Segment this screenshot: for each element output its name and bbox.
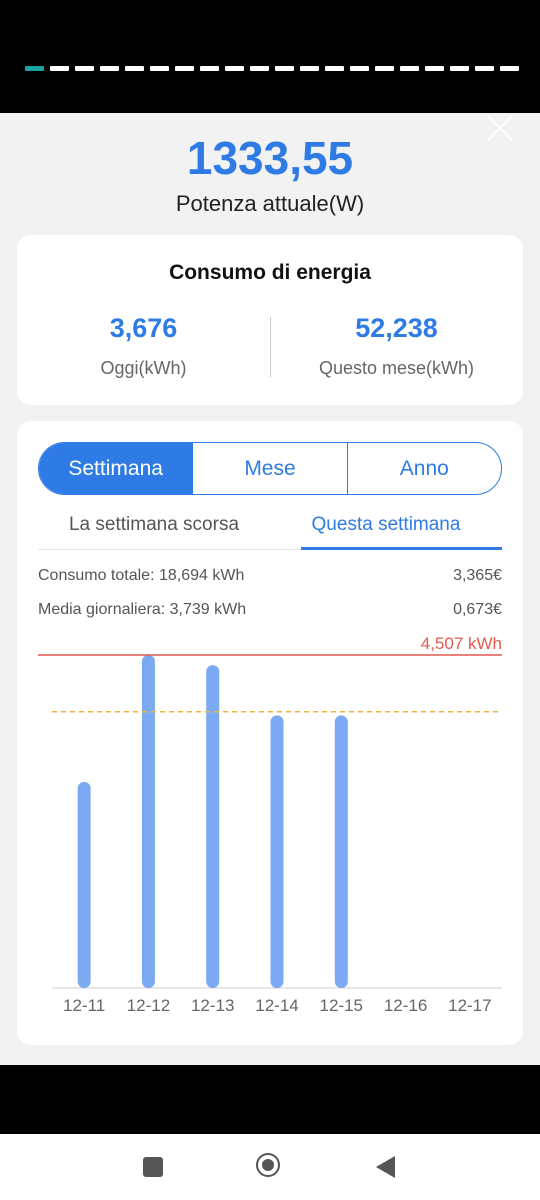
consumption-chart-card: Settimana Mese Anno La settimana scorsa … xyxy=(17,421,523,1045)
story-segment xyxy=(225,66,244,71)
story-segment xyxy=(75,66,94,71)
tab-month[interactable]: Mese xyxy=(192,443,346,494)
x-tick-label: 12-15 xyxy=(320,996,363,1015)
story-segment xyxy=(350,66,369,71)
today-stat: 3,676 Oggi(kWh) xyxy=(17,313,270,379)
chart-bar xyxy=(334,715,348,988)
chart-bar xyxy=(206,665,220,988)
bottom-spacer xyxy=(0,1065,540,1134)
story-segment xyxy=(300,66,319,71)
story-segment xyxy=(450,66,469,71)
back-triangle-icon[interactable] xyxy=(356,1134,416,1200)
story-segment xyxy=(175,66,194,71)
story-segment xyxy=(50,66,69,71)
tab-this-week[interactable]: Questa settimana xyxy=(270,501,502,549)
week-selector: La settimana scorsa Questa settimana xyxy=(38,501,502,551)
story-segments xyxy=(25,66,519,71)
today-value: 3,676 xyxy=(109,313,178,343)
home-circle-icon[interactable] xyxy=(240,1134,300,1200)
story-segment xyxy=(200,66,219,71)
power-sheet: 1333,55 Potenza attuale(W) Consumo di en… xyxy=(0,113,540,1065)
chart-bar xyxy=(270,715,284,988)
story-segment xyxy=(100,66,119,71)
x-tick-label: 12-12 xyxy=(127,996,170,1015)
story-segment xyxy=(500,66,519,71)
story-segment xyxy=(250,66,269,71)
story-segment xyxy=(375,66,394,71)
period-selector: Settimana Mese Anno xyxy=(38,442,502,495)
month-label: Questo mese(kWh) xyxy=(318,358,475,378)
x-tick-label: 12-11 xyxy=(63,996,105,1015)
current-power-label: Potenza attuale(W) xyxy=(175,191,365,216)
max-value-label: 4,507 kWh xyxy=(421,634,502,653)
daily-average-cost: 0,673€ xyxy=(453,601,502,618)
total-consumption-label: Consumo totale: 18,694 kWh xyxy=(38,567,245,584)
energy-card-title: Consumo di energia xyxy=(169,261,371,284)
daily-average-label: Media giornaliera: 3,739 kWh xyxy=(38,601,247,618)
system-navigation-bar xyxy=(0,1134,540,1200)
tab-week[interactable]: Settimana xyxy=(39,443,193,494)
total-cost: 3,365€ xyxy=(453,567,502,584)
today-label: Oggi(kWh) xyxy=(100,358,187,378)
month-value: 52,238 xyxy=(355,313,438,343)
chart-bar xyxy=(77,781,91,988)
tab-last-week[interactable]: La settimana scorsa xyxy=(38,501,270,549)
x-tick-label: 12-14 xyxy=(255,996,298,1015)
active-subtab-indicator xyxy=(301,547,502,550)
x-tick-label: 12-16 xyxy=(384,996,427,1015)
story-segment xyxy=(425,66,444,71)
x-tick-label: 12-13 xyxy=(191,996,234,1015)
story-segment xyxy=(275,66,294,71)
story-segment xyxy=(25,66,44,71)
weekly-consumption-chart: 12-11 12-12 12-13 12-14 12-15 12-16 12-17 4,507… xyxy=(38,634,502,1015)
month-stat: 52,238 Questo mese(kWh) xyxy=(270,313,523,379)
energy-consumption-card: Consumo di energia 3,676 Oggi(kWh) 52,23… xyxy=(17,235,523,405)
square-icon[interactable] xyxy=(123,1134,183,1200)
tab-year[interactable]: Anno xyxy=(346,443,501,494)
story-segment xyxy=(475,66,494,71)
story-segment xyxy=(400,66,419,71)
story-segment xyxy=(325,66,344,71)
story-segment xyxy=(125,66,144,71)
current-power-value: 1333,55 xyxy=(186,132,354,184)
story-segment xyxy=(150,66,169,71)
x-tick-label: 12-17 xyxy=(448,996,491,1015)
total-consumption-row: Consumo totale: 18,694 kWh 3,365€ xyxy=(38,567,502,585)
chart-bar xyxy=(141,655,155,988)
story-progress-bar xyxy=(0,0,540,113)
daily-average-row: Media giornaliera: 3,739 kWh 0,673€ xyxy=(38,601,502,619)
